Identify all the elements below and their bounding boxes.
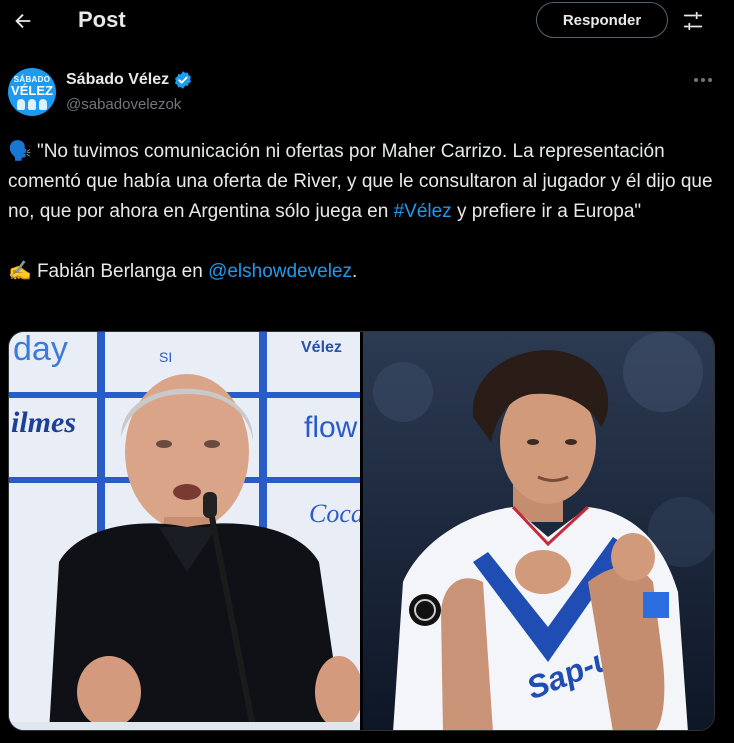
back-button[interactable] bbox=[6, 4, 40, 38]
media-image-press-conference[interactable]: day SI Vélez ilmes flow Coca-Co bbox=[9, 332, 360, 730]
avatar[interactable]: SÁBADO VÉLEZ bbox=[8, 68, 56, 116]
board-text: Vélez bbox=[301, 339, 342, 356]
player-illustration: Sap-us bbox=[363, 332, 714, 730]
page-title: Post bbox=[78, 7, 126, 32]
board-text: flow bbox=[304, 411, 358, 444]
mention-link[interactable]: @elshowdevelez bbox=[208, 261, 352, 282]
hashtag-link[interactable]: #Vélez bbox=[394, 201, 452, 222]
respond-button[interactable]: Responder bbox=[536, 2, 668, 38]
author-handle[interactable]: @sabadovelezok bbox=[66, 96, 181, 113]
sliders-icon bbox=[683, 11, 703, 31]
avatar-figures bbox=[17, 98, 47, 110]
board-text: ilmes bbox=[11, 406, 76, 439]
tweet-credit: ✍️ Fabián Berlanga en @elshowdevelez. bbox=[8, 257, 728, 287]
author-name[interactable]: Sábado Vélez bbox=[66, 70, 193, 90]
credit-text: Fabián Berlanga en bbox=[31, 261, 209, 282]
more-options-button[interactable] bbox=[690, 70, 716, 90]
tweet-media[interactable]: day SI Vélez ilmes flow Coca-Co bbox=[8, 331, 715, 731]
board-text: Coca-Co bbox=[309, 499, 360, 528]
author-name-text: Sábado Vélez bbox=[66, 71, 170, 88]
speaking-head-emoji: 🗣️ bbox=[8, 141, 32, 162]
settings-button[interactable] bbox=[680, 8, 706, 34]
press-conference-illustration: day SI Vélez ilmes flow Coca-Co bbox=[9, 332, 360, 730]
avatar-text-main: VÉLEZ bbox=[11, 82, 53, 98]
tweet-text: 🗣️ "No tuvimos comunicación ni ofertas p… bbox=[8, 137, 728, 287]
arrow-left-icon bbox=[15, 13, 31, 29]
tweet-quote: 🗣️ "No tuvimos comunicación ni ofertas p… bbox=[8, 137, 728, 227]
credit-end: . bbox=[352, 261, 358, 282]
avatar-figure bbox=[17, 98, 25, 110]
media-image-player[interactable]: Sap-us bbox=[363, 332, 714, 730]
verified-badge-icon[interactable] bbox=[173, 70, 193, 90]
post-header: Post Responder bbox=[0, 0, 734, 42]
board-text: day bbox=[13, 332, 68, 368]
quote-text-part2: y prefiere ir a Europa" bbox=[451, 201, 642, 222]
writing-hand-emoji: ✍️ bbox=[8, 261, 32, 282]
more-dots-icon bbox=[694, 78, 712, 82]
avatar-figure bbox=[28, 98, 36, 110]
avatar-figure bbox=[39, 98, 47, 110]
board-text: SI bbox=[159, 349, 172, 365]
